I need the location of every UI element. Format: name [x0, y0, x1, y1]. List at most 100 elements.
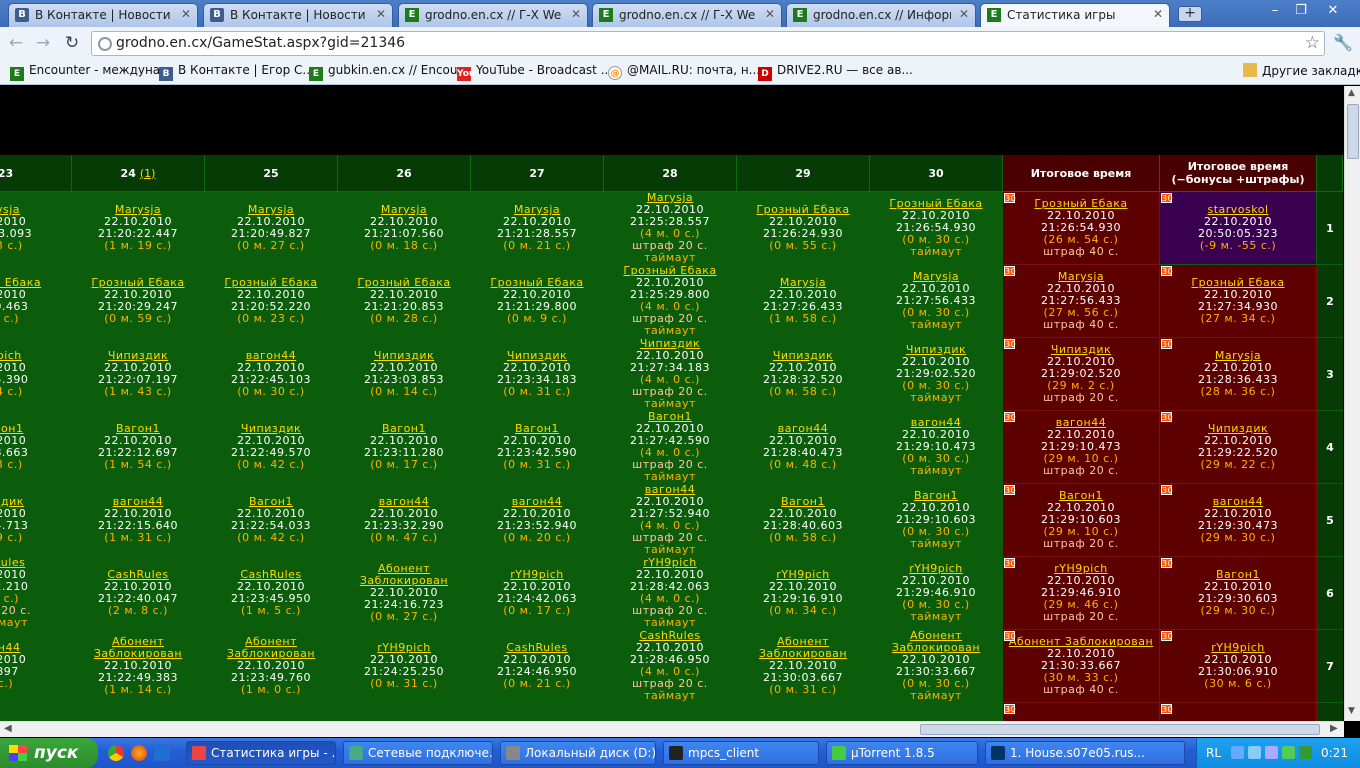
timeout-text: таймаут [644, 543, 696, 556]
taskbar-item-label: Сетевые подключе... [368, 746, 493, 760]
tray-icon[interactable] [1231, 746, 1244, 759]
team-link[interactable]: Абонент Заблокирован [338, 563, 470, 587]
tab-1[interactable]: B В Контакте | Новости ✕ [8, 3, 198, 27]
bookmark-item[interactable]: B В Контакте | Егор С... [159, 63, 314, 81]
stat-cell: вагон44 22.10.2010 21:27:52.940 (4 м. 0 с.)… [604, 484, 737, 557]
app-icon [192, 746, 206, 760]
column-header: 23 [0, 155, 72, 192]
language-indicator[interactable]: RL [1206, 746, 1221, 760]
column-header-label: 27 [529, 166, 545, 180]
taskbar-item[interactable]: Локальный диск (D:) [500, 741, 656, 765]
back-icon[interactable]: ← [6, 33, 26, 53]
minimize-icon[interactable]: – [1264, 2, 1286, 20]
bonus-badge: 30 [1161, 558, 1174, 568]
utorrent-tray-icon[interactable] [1282, 746, 1295, 759]
duration-text: (0 м. 31 с.) [503, 458, 571, 471]
start-button[interactable]: пуск [0, 738, 98, 768]
taskbar-item[interactable]: 1. House.s07e05.rus... [985, 741, 1185, 765]
bonus-badge: 30 [1161, 339, 1174, 349]
bookmark-item[interactable]: @ @MAIL.RU: почта, н... [608, 63, 760, 80]
level-link[interactable]: (1) [140, 167, 156, 180]
system-tray: RL 0:21 [1196, 738, 1360, 768]
timeout-text: таймаут [644, 324, 696, 337]
wrench-icon[interactable]: 🔧 [1333, 33, 1353, 52]
tab-6[interactable]: E Статистика игры ✕ [980, 3, 1170, 28]
stat-cell: rYH9pich 22.10.2010 21:29:16.910 (0 м. 34 с… [737, 557, 870, 630]
other-bookmarks[interactable]: Другие закладки [1243, 63, 1360, 78]
tab-5[interactable]: Egrodno.en.cx // Информац... ✕ [786, 3, 976, 27]
stat-cell: 30 Грозный Ебака 22.10.2010 21:27:34.930 (27… [1160, 265, 1317, 338]
duration-text: (0 м. 17 с.) [503, 604, 571, 617]
stat-cell: rYH9pich 22.10.2010 21:29:46.910 (0 м. 30 с… [870, 557, 1003, 630]
taskbar-item[interactable]: Сетевые подключе... [343, 741, 493, 765]
settings-icon[interactable] [154, 745, 170, 761]
new-tab-button[interactable]: + [1178, 6, 1202, 22]
duration-text: (0 м. 21 с.) [503, 239, 571, 252]
close-tab-icon[interactable]: ✕ [959, 7, 969, 21]
close-tab-icon[interactable]: ✕ [1153, 7, 1163, 21]
column-header-label: 29 [795, 166, 811, 180]
browser-toolbar: ← → ↻ grodno.en.cx/GameStat.aspx?gid=213… [0, 27, 1360, 59]
tab-3[interactable]: Egrodno.en.cx // Г-X We do... ✕ [398, 3, 588, 27]
youtube-icon: You [457, 67, 476, 81]
team-link[interactable]: Абонент Заблокирован [205, 636, 337, 660]
stat-cell: 30 Marysja 22.10.2010 21:28:36.433 (28 м. 36… [1160, 338, 1317, 411]
close-tab-icon[interactable]: ✕ [376, 7, 386, 21]
stat-cell: CashRules [737, 703, 870, 721]
stat-cell: Абонент Заблокирован22.10.2010 [604, 703, 737, 721]
address-bar[interactable]: grodno.en.cx/GameStat.aspx?gid=21346 ☆ [91, 31, 1325, 56]
app-icon [991, 746, 1005, 760]
team-link[interactable]: Абонент Заблокирован [72, 636, 204, 660]
page-content: 23 24 (1) 25 26 27 28 29 30 Итоговое время Итогово… [0, 86, 1344, 721]
duration-text: (1 м. 5 с.) [241, 604, 301, 617]
duration-text: (1 м. 19 с.) [104, 239, 172, 252]
stat-cell: CashRules 22.10.2010 21:24:46.950 (0 м. 21 … [471, 630, 604, 703]
team-link[interactable]: Абонент Заблокирован [737, 636, 869, 660]
vertical-scrollbar[interactable]: ▲ ▼ [1344, 86, 1360, 721]
tab-4[interactable]: Egrodno.en.cx // Г-X We do... ✕ [592, 3, 782, 27]
stat-cell: Вагон1 22.10.2010 21:23:11.280 (0 м. 17 с.) [338, 411, 471, 484]
stat-cell: Абонент Заблокирован 22.10.2010 21:30:33.6… [870, 630, 1003, 703]
bookmark-item[interactable]: YouYouTube - Broadcast ... [457, 63, 612, 81]
tab-title: Статистика игры [1007, 8, 1116, 22]
stat-cell: 30 Грозный Ебака 22.10.2010 21:26:54.930 (26… [1003, 192, 1160, 265]
tray-icon[interactable] [1299, 746, 1312, 759]
firefox-icon[interactable] [131, 745, 147, 761]
close-tab-icon[interactable]: ✕ [765, 7, 775, 21]
duration-text: (0 м. 59 с.) [104, 312, 172, 325]
en-icon: E [405, 8, 419, 22]
stat-cell: CashRules 22.10.2010 21:22:40.047 (2 м. 8 с… [72, 557, 205, 630]
rank-cell: 3 [1317, 338, 1343, 411]
taskbar-item[interactable]: Статистика игры - ... [186, 741, 336, 765]
duration-text: (0 м. 14 с.) [370, 385, 438, 398]
team-link[interactable]: Абонент Заблокирован [870, 630, 1002, 654]
close-tab-icon[interactable]: ✕ [571, 7, 581, 21]
stat-cell: Грозный Ебака 22.10.2010 21:20:52.220 (0 м.… [205, 265, 338, 338]
horizontal-scrollbar[interactable]: ◀ ▶ [0, 721, 1344, 737]
column-header: 24 (1) [72, 155, 205, 192]
maximize-icon[interactable]: ❐ [1290, 2, 1312, 20]
column-header: 27 [471, 155, 604, 192]
taskbar-item[interactable]: µTorrent 1.8.5 [826, 741, 978, 765]
close-tab-icon[interactable]: ✕ [181, 7, 191, 21]
taskbar-item[interactable]: mpcs_client [663, 741, 819, 765]
bookmark-item[interactable]: D DRIVE2.RU — все ав... [758, 63, 913, 81]
tab-2[interactable]: B В Контакте | Новости ✕ [203, 3, 393, 27]
duration-text: (0 м. 42 с.) [237, 458, 305, 471]
timeout-text: таймаут [644, 616, 696, 629]
reload-icon[interactable]: ↻ [62, 33, 82, 53]
duration-text: 7 с.) [0, 312, 19, 325]
tab-title: grodno.en.cx // Г-X We do... [619, 8, 757, 22]
stat-cell: hRules0.2010:32.2100 с.)аф 20 с.аймаут [0, 557, 72, 630]
stat-cell: 30 Вагон1 22.10.2010 21:29:30.603 (29 м. 30 … [1160, 557, 1317, 630]
close-window-icon[interactable]: ✕ [1322, 2, 1344, 20]
forward-icon[interactable]: → [33, 33, 53, 53]
column-header-label: 25 [263, 166, 279, 180]
network-icon[interactable] [1265, 746, 1278, 759]
duration-text: 44 с.) [0, 385, 23, 398]
bookmark-item[interactable]: E Encounter - междуна... [10, 63, 172, 81]
tray-icon[interactable] [1248, 746, 1261, 759]
bookmark-star-icon[interactable]: ☆ [1305, 33, 1320, 53]
bookmark-item[interactable]: Egubkin.en.cx // Encou... [309, 63, 469, 81]
chrome-icon[interactable] [108, 745, 124, 761]
